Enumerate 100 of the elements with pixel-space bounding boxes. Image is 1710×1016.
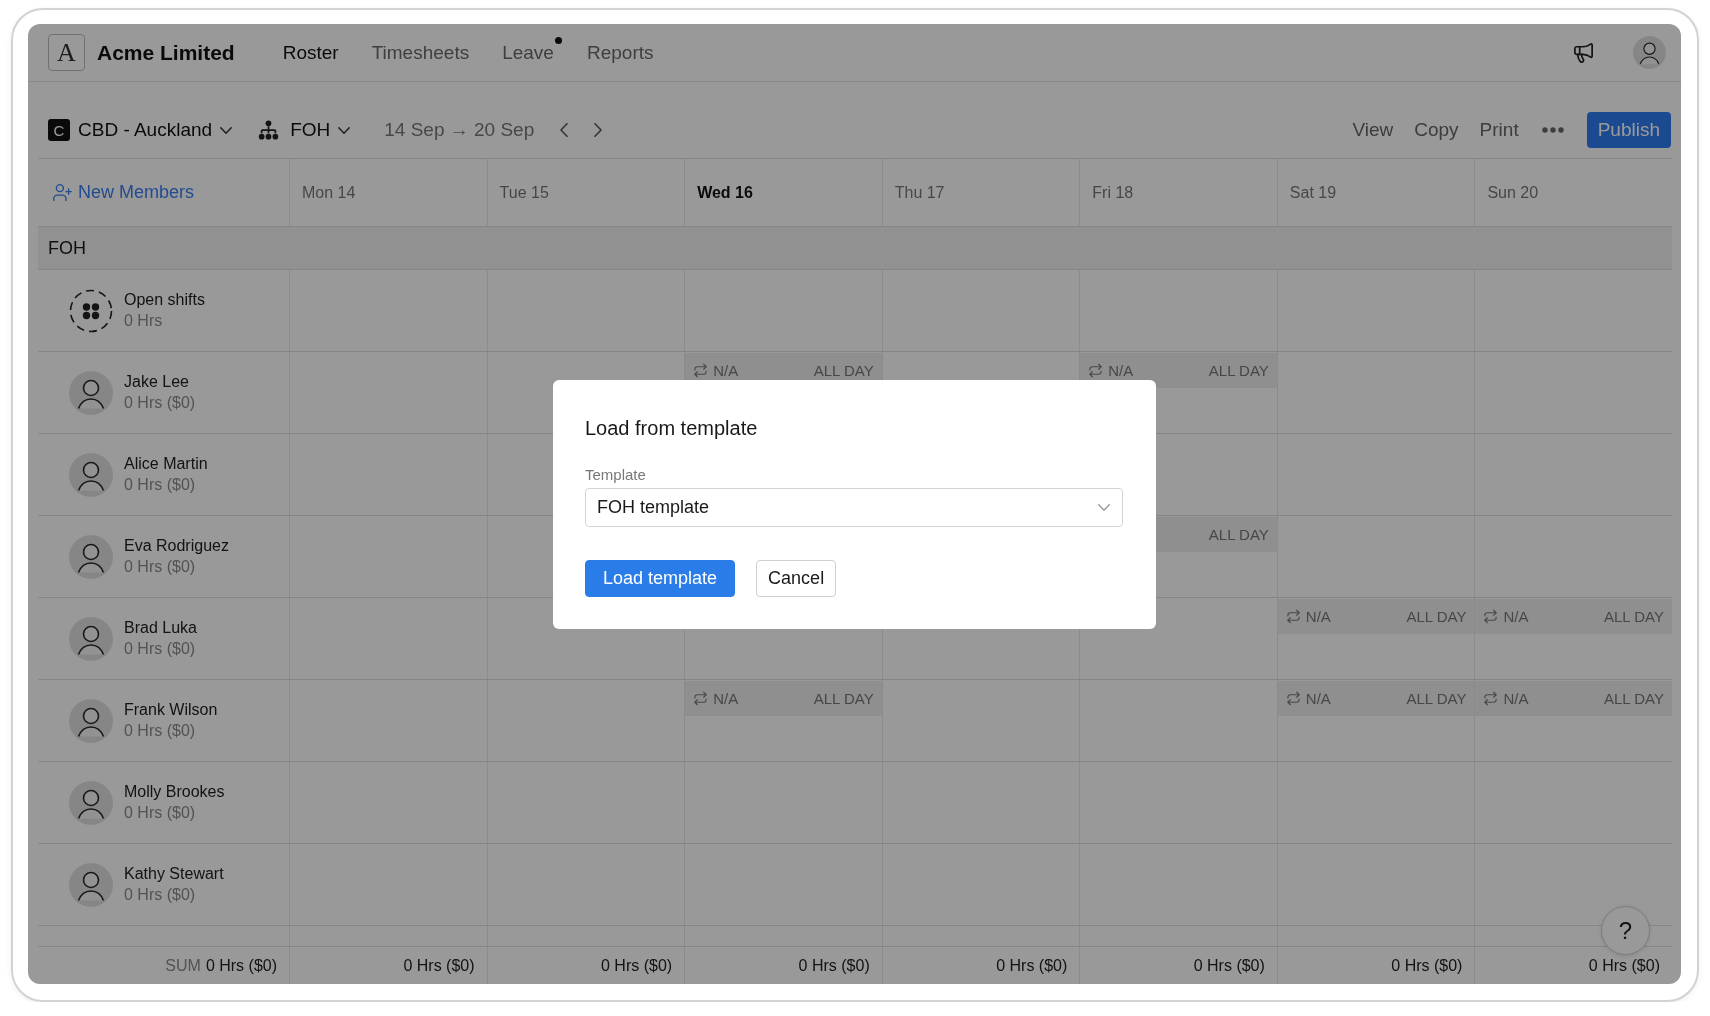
member-hours: 0 Hrs ($0) bbox=[124, 886, 197, 904]
unavailability-block[interactable]: N/A ALL DAY bbox=[1277, 681, 1475, 716]
avatar-icon bbox=[69, 698, 113, 743]
open-shifts-icon bbox=[69, 288, 113, 333]
company-name: Acme Limited bbox=[97, 40, 235, 65]
member-name: Frank Wilson bbox=[124, 701, 218, 719]
chevron-down-icon bbox=[220, 126, 233, 134]
availability-time: ALL DAY bbox=[1603, 690, 1664, 707]
toolbar-action[interactable]: Copy bbox=[1414, 119, 1459, 141]
toolbar-action[interactable]: Print bbox=[1479, 119, 1519, 141]
availability-label: N/A bbox=[713, 690, 739, 707]
day-total: 0 Hrs ($0) bbox=[798, 956, 870, 975]
location-dropdown[interactable]: C CBD - Auckland bbox=[48, 119, 233, 141]
avatar-icon bbox=[69, 452, 113, 497]
member-name: Jake Lee bbox=[124, 373, 190, 391]
member-name: Alice Martin bbox=[124, 455, 208, 473]
new-members-link[interactable]: New Members bbox=[52, 182, 195, 203]
availability-label: N/A bbox=[1503, 690, 1529, 707]
day-header: Sat 19 bbox=[1289, 183, 1337, 202]
member-name: Kathy Stewart bbox=[124, 865, 224, 883]
availability-label: N/A bbox=[713, 362, 739, 379]
day-total: 0 Hrs ($0) bbox=[996, 956, 1068, 975]
unavailability-block[interactable]: N/A ALL DAY bbox=[1475, 599, 1672, 634]
member-hours: 0 Hrs ($0) bbox=[124, 476, 197, 494]
avatar-icon bbox=[69, 370, 113, 415]
member-hours: 0 Hrs ($0) bbox=[124, 394, 196, 412]
day-header: Mon 14 bbox=[302, 183, 356, 202]
cancel-button[interactable]: Cancel bbox=[756, 559, 837, 597]
avatar-icon bbox=[69, 534, 113, 579]
availability-time: ALL DAY bbox=[813, 690, 874, 707]
user-plus-icon bbox=[52, 182, 73, 203]
member-name: Molly Brookes bbox=[124, 783, 225, 801]
repeat-icon bbox=[1088, 363, 1104, 378]
availability-time: ALL DAY bbox=[1208, 526, 1269, 543]
member-hours: 0 Hrs ($0) bbox=[124, 640, 197, 658]
member-hours: 0 Hrs ($0) bbox=[124, 558, 197, 576]
dialog-title: Load from template bbox=[585, 415, 759, 440]
availability-time: ALL DAY bbox=[813, 362, 874, 379]
logo[interactable]: A bbox=[48, 34, 85, 71]
total-hours: 0 Hrs ($0) bbox=[205, 956, 277, 975]
sum-label: SUM bbox=[165, 956, 201, 975]
avatar-icon bbox=[69, 862, 113, 907]
group-label: FOH bbox=[48, 237, 86, 259]
repeat-icon bbox=[1483, 609, 1499, 624]
field-label: Template bbox=[585, 465, 647, 484]
chevron-right-icon bbox=[594, 123, 603, 137]
repeat-icon bbox=[693, 363, 709, 378]
location-initial-badge: C bbox=[48, 119, 70, 141]
availability-label: N/A bbox=[1108, 362, 1134, 379]
day-total: 0 Hrs ($0) bbox=[403, 956, 475, 975]
unavailability-block[interactable]: N/A ALL DAY bbox=[1277, 599, 1475, 634]
member-name: Eva Rodriguez bbox=[124, 537, 229, 555]
day-total: 0 Hrs ($0) bbox=[1588, 956, 1660, 975]
publish-button[interactable]: Publish bbox=[1586, 112, 1671, 148]
chevron-down-icon bbox=[338, 126, 351, 134]
unavailability-block[interactable]: N/A ALL DAY bbox=[1475, 681, 1672, 716]
availability-time: ALL DAY bbox=[1208, 362, 1269, 379]
chevron-down-icon bbox=[1098, 503, 1110, 511]
day-total: 0 Hrs ($0) bbox=[1193, 956, 1265, 975]
megaphone-icon[interactable] bbox=[1572, 41, 1595, 64]
day-header: Wed 16 bbox=[697, 183, 753, 202]
repeat-icon bbox=[693, 691, 709, 706]
member-hours: 0 Hrs ($0) bbox=[124, 804, 197, 822]
repeat-icon bbox=[1285, 691, 1301, 706]
chevron-left-icon bbox=[560, 123, 569, 137]
nav-tab[interactable]: Roster bbox=[282, 41, 339, 64]
nav-tab[interactable]: Leave bbox=[502, 41, 554, 64]
member-name: Open shifts bbox=[124, 291, 205, 309]
member-hours: 0 Hrs ($0) bbox=[124, 722, 197, 740]
help-button[interactable]: ? bbox=[1601, 906, 1650, 955]
day-header: Tue 15 bbox=[499, 183, 549, 202]
more-icon bbox=[1541, 127, 1564, 133]
day-header: Thu 17 bbox=[894, 183, 945, 202]
unavailability-block[interactable]: N/A ALL DAY bbox=[685, 681, 882, 716]
hierarchy-icon bbox=[258, 119, 280, 141]
repeat-icon bbox=[1483, 691, 1499, 706]
avatar-icon bbox=[69, 616, 113, 661]
load-template-button[interactable]: Load template bbox=[585, 559, 736, 597]
template-select[interactable]: FOH template bbox=[585, 487, 1123, 527]
availability-label: N/A bbox=[1305, 690, 1331, 707]
unavailability-block[interactable]: N/A ALL DAY bbox=[1080, 353, 1277, 388]
nav-tab[interactable]: Reports bbox=[586, 41, 654, 64]
day-total: 0 Hrs ($0) bbox=[601, 956, 673, 975]
member-name: Brad Luka bbox=[124, 619, 197, 637]
repeat-icon bbox=[1285, 609, 1301, 624]
day-header: Fri 18 bbox=[1092, 183, 1134, 202]
availability-label: N/A bbox=[1305, 608, 1331, 625]
user-avatar-icon[interactable] bbox=[1633, 36, 1666, 69]
availability-label: N/A bbox=[1503, 608, 1529, 625]
team-dropdown[interactable]: FOH bbox=[258, 119, 351, 141]
availability-time: ALL DAY bbox=[1406, 690, 1467, 707]
availability-time: ALL DAY bbox=[1603, 608, 1664, 625]
date-range: 14 Sep → 20 Sep bbox=[384, 119, 535, 141]
nav-tab[interactable]: Timesheets bbox=[371, 41, 470, 64]
day-total: 0 Hrs ($0) bbox=[1391, 956, 1463, 975]
day-header: Sun 20 bbox=[1487, 183, 1539, 202]
member-hours: 0 Hrs bbox=[124, 312, 164, 330]
avatar-icon bbox=[69, 780, 113, 825]
availability-time: ALL DAY bbox=[1406, 608, 1467, 625]
toolbar-action[interactable]: View bbox=[1352, 119, 1394, 141]
